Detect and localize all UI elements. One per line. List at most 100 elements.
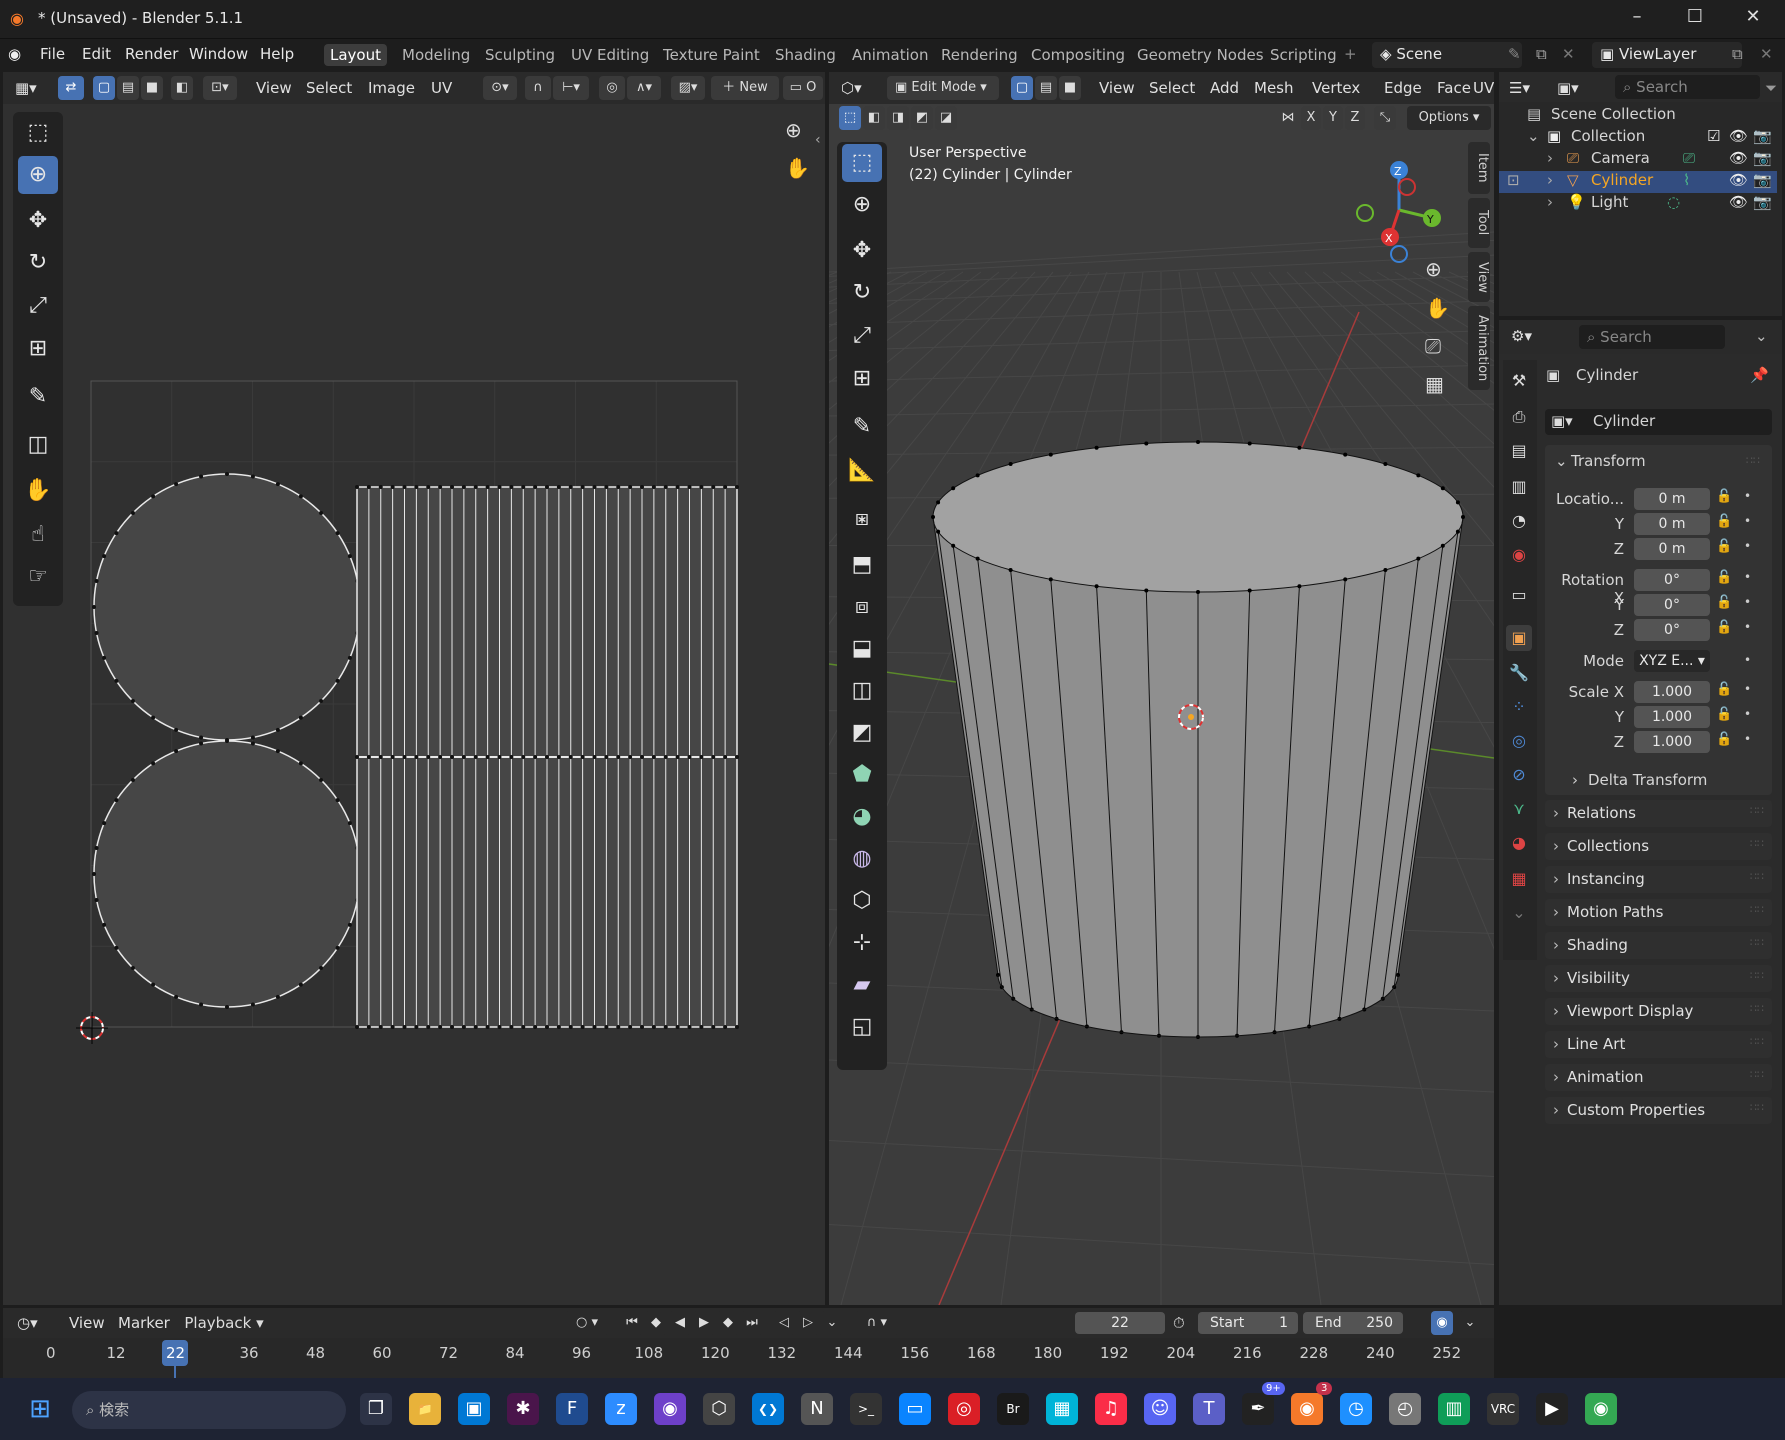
current-frame-field[interactable]: 22 (1075, 1312, 1165, 1334)
new-scene-icon[interactable]: ⧉ (1536, 45, 1547, 63)
keyframe-dot-icon[interactable]: • (1744, 570, 1751, 584)
object-browse-icon[interactable]: ▣▾ (1551, 412, 1573, 430)
bevel-icon[interactable]: ⬓ (842, 630, 882, 668)
vp-menu-add[interactable]: Add (1210, 79, 1239, 97)
delta-chevron-icon[interactable]: › (1572, 771, 1578, 789)
tool-tab-icon[interactable]: ⚒ (1506, 368, 1532, 394)
taskbar-search-input[interactable]: ⌕ 検索 (72, 1391, 346, 1429)
blocks-icon[interactable]: ▦ (1046, 1393, 1078, 1425)
rotation-mode-dropdown[interactable]: XYZ E... ▾ (1634, 650, 1710, 672)
delta-transform-header[interactable]: Delta Transform (1588, 771, 1707, 789)
collapse-chevron-icon[interactable]: ⌄ (1527, 127, 1540, 145)
select-intersect-icon[interactable]: ◪ (935, 106, 957, 130)
discord-icon[interactable]: ☺ (1144, 1393, 1176, 1425)
shear-icon[interactable]: ▰ (842, 966, 882, 1004)
outliner-scene-collection[interactable]: ▤ Scene Collection (1499, 105, 1777, 127)
pin-icon[interactable]: 📌 (1750, 366, 1769, 384)
ortho-toggle-icon[interactable]: ▦ (1425, 372, 1444, 396)
pin-scene-icon[interactable]: ✎ (1508, 45, 1521, 63)
poly-build-icon[interactable]: ⬟ (842, 756, 882, 794)
lock-icon[interactable]: 🔓 (1716, 595, 1732, 610)
camera-visibility-icon[interactable]: 👁 (1729, 149, 1748, 167)
collection-render-icon[interactable]: 📷 (1753, 127, 1772, 145)
tab-uv-editing[interactable]: UV Editing (565, 44, 655, 66)
outliner-item-light[interactable]: › 💡 Light ◌ 👁 📷 (1499, 193, 1777, 215)
timeline-menu-marker[interactable]: Marker (118, 1314, 170, 1332)
maximize-button[interactable]: ☐ (1680, 6, 1710, 32)
vp-move-icon[interactable]: ✥ (842, 232, 882, 270)
vp-menu-face[interactable]: Face (1437, 79, 1471, 97)
tab-rendering[interactable]: Rendering (935, 44, 1024, 66)
vp-measure-icon[interactable]: 📐 (842, 452, 882, 490)
scene-tab-icon[interactable]: ◔ (1506, 508, 1532, 534)
jump-end-icon[interactable]: ⏭ (741, 1311, 763, 1335)
light-visibility-icon[interactable]: 👁 (1729, 193, 1748, 211)
filter-icon[interactable]: ⏷ (1765, 79, 1777, 97)
jump-start-icon[interactable]: ⏮ (621, 1311, 643, 1335)
snap-timeline-icon[interactable]: ∩ ▾ (855, 1311, 899, 1335)
vp-transform-icon[interactable]: ⊞ (842, 360, 882, 398)
constraints-tab-icon[interactable]: ⊘ (1506, 762, 1532, 788)
zoom-icon[interactable]: z (605, 1393, 637, 1425)
transform-chevron-icon[interactable]: ⌄ (1555, 452, 1568, 470)
navigation-gizmo[interactable]: Z Y X (1339, 150, 1459, 270)
viewport-editor-type-icon[interactable]: ⬡▾ (841, 79, 862, 97)
cylinder-visibility-icon[interactable]: 👁 (1729, 171, 1748, 189)
modifier-tab-icon[interactable]: 🔧 (1506, 660, 1532, 686)
tab-geometry-nodes[interactable]: Geometry Nodes (1131, 44, 1270, 66)
options-dropdown[interactable]: Options ▾ (1407, 106, 1491, 130)
expand-chevron-icon[interactable]: › (1547, 149, 1553, 167)
vp-menu-view[interactable]: View (1099, 79, 1135, 97)
minimize-button[interactable]: – (1622, 6, 1652, 32)
lock-icon[interactable]: 🔓 (1716, 732, 1732, 747)
display-mode-icon[interactable]: ▣▾ (1557, 79, 1579, 97)
vp-menu-mesh[interactable]: Mesh (1254, 79, 1294, 97)
github-icon[interactable]: ◉ (654, 1393, 686, 1425)
playback-dropdown[interactable]: Playback ▾ (179, 1311, 269, 1335)
edge-slide-icon[interactable]: ⬡ (842, 882, 882, 920)
sidebar-tab-view[interactable]: View (1468, 252, 1490, 302)
sheets-icon[interactable]: ▥ (1438, 1393, 1470, 1425)
mirror-x-toggle[interactable]: X (1301, 106, 1321, 130)
terminal-icon[interactable]: >_ (850, 1393, 882, 1425)
sidebar-tab-animation[interactable]: Animation (1468, 306, 1490, 390)
select-new-icon[interactable]: ⬚ (839, 106, 861, 130)
vertex-mode-icon[interactable]: ▢ (1011, 76, 1033, 100)
keyframe-dot-icon[interactable]: • (1744, 539, 1751, 553)
menu-edit[interactable]: Edit (82, 45, 111, 63)
vp-menu-edge[interactable]: Edge (1384, 79, 1422, 97)
window-icon[interactable]: ▭ (899, 1393, 931, 1425)
smooth-icon[interactable]: ◍ (842, 840, 882, 878)
timeline-type-icon[interactable]: ◷▾ (17, 1314, 38, 1332)
vp-menu-vertex[interactable]: Vertex (1312, 79, 1360, 97)
texture-tab-icon[interactable]: ▦ (1506, 866, 1532, 892)
add-cube-icon[interactable]: ⧆ (842, 500, 882, 538)
render-tab-icon[interactable]: ⎙ (1506, 404, 1532, 430)
extrude-icon[interactable]: ⬒ (842, 546, 882, 584)
properties-options-icon[interactable]: ⌄ (1755, 327, 1768, 345)
panel-instancing[interactable]: › Instancing ∷∷ (1545, 866, 1772, 893)
lock-icon[interactable]: 🔓 (1716, 682, 1732, 697)
transform-panel-header[interactable]: Transform (1571, 452, 1646, 470)
add-workspace-icon[interactable]: + (1344, 45, 1357, 63)
close-button[interactable]: ✕ (1738, 6, 1768, 32)
rotation-z-field[interactable]: 0° (1634, 619, 1710, 641)
object-name-field[interactable]: ▣▾ Cylinder (1545, 409, 1772, 435)
stopwatch-icon[interactable]: ⏱ (1173, 1314, 1185, 1332)
blender-menu-icon[interactable]: ◉ (8, 45, 21, 63)
mode-selector[interactable]: ▣ Edit Mode ▾ (887, 76, 999, 100)
delete-view-layer-icon[interactable]: ✕ (1760, 45, 1773, 63)
select-subtract-icon[interactable]: ◨ (887, 106, 909, 130)
panel-viewport-display[interactable]: › Viewport Display ∷∷ (1545, 998, 1772, 1025)
timeline-options-icon[interactable]: ⌄ (1459, 1311, 1481, 1335)
teams-icon[interactable]: T (1193, 1393, 1225, 1425)
collection-tab-icon[interactable]: ▭ (1506, 582, 1532, 608)
camera-render-icon[interactable]: 📷 (1753, 149, 1772, 167)
frame-sync-icon[interactable]: ◉ (1431, 1311, 1453, 1335)
rip-region-icon[interactable]: ◱ (842, 1008, 882, 1046)
cylinder-render-icon[interactable]: 📷 (1753, 171, 1772, 189)
timeline-menu-view[interactable]: View (69, 1314, 105, 1332)
notion-icon[interactable]: N (801, 1393, 833, 1425)
rotation-y-field[interactable]: 0° (1634, 594, 1710, 616)
panel-visibility[interactable]: › Visibility ∷∷ (1545, 965, 1772, 992)
